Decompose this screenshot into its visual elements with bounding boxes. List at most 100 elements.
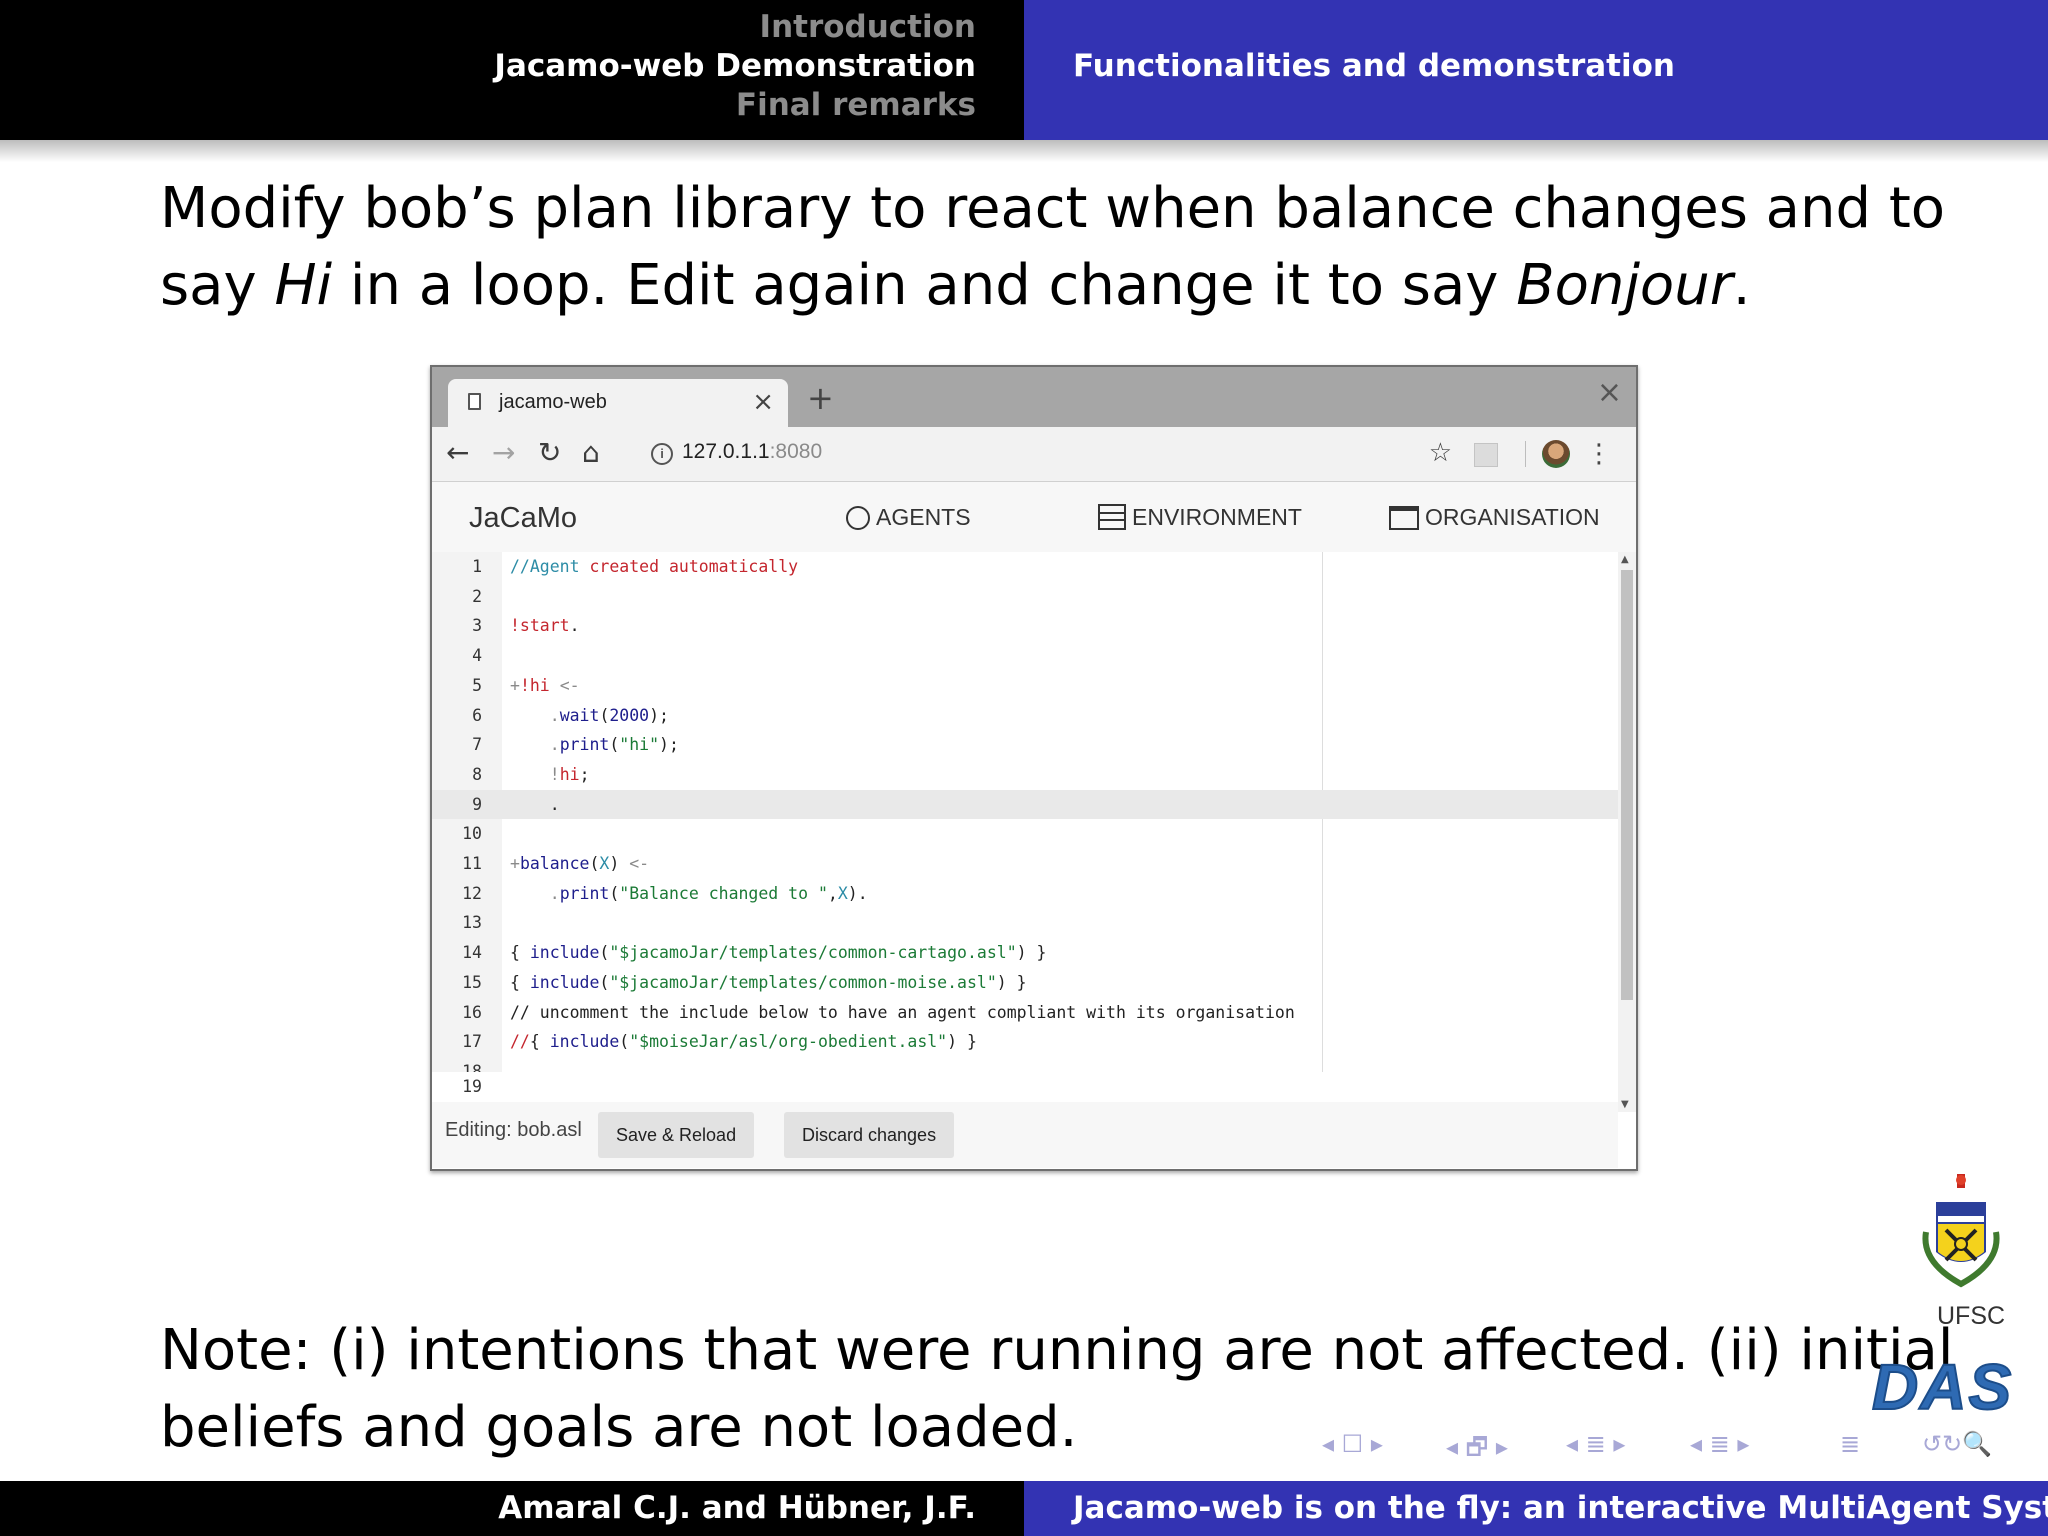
toolbar-separator	[1525, 441, 1526, 467]
line-number: 8	[472, 764, 482, 784]
line-number: 14	[462, 943, 482, 963]
header-subsection: Functionalities and demonstration	[1024, 0, 2048, 140]
code-text: .print("hi");	[549, 735, 679, 755]
slide-text-line1: Modify bob’s plan library to react when …	[160, 176, 1946, 241]
line-number: 17	[462, 1032, 482, 1052]
code-text: .print("Balance changed to ",X).	[549, 883, 868, 903]
code-line[interactable]: 2	[432, 582, 1618, 612]
nav-environment[interactable]: ENVIRONMENT	[1098, 504, 1302, 531]
save-reload-button[interactable]: Save & Reload	[598, 1112, 755, 1158]
environment-icon	[1098, 504, 1126, 530]
browser-tab[interactable]: jacamo-web ×	[448, 379, 788, 427]
code-text: { include("$jacamoJar/templates/common-c…	[510, 943, 1047, 963]
code-line[interactable]: 12 .print("Balance changed to ",X).	[432, 879, 1618, 909]
kebab-menu-icon[interactable]: ⋮	[1586, 439, 1612, 469]
line-number: 3	[472, 616, 482, 636]
code-line-active[interactable]: 9 .	[432, 789, 1618, 820]
nav-agents-label: AGENTS	[876, 504, 971, 530]
code-text: !hi;	[549, 764, 590, 784]
authors-text: Amaral C.J. and Hübner, J.F.	[498, 1490, 976, 1526]
code-line[interactable]: 7 .print("hi");	[432, 730, 1618, 760]
ufsc-logo-text: UFSC	[1937, 1302, 2006, 1330]
code-line[interactable]: 5 +!hi <-	[432, 671, 1618, 701]
subsection-title[interactable]: Functionalities and demonstration	[1073, 48, 1675, 84]
url-host: 127.0.1.1	[682, 440, 770, 463]
ufsc-logo	[1922, 1174, 2000, 1288]
code-line[interactable]: 11 +balance(X) <-	[432, 849, 1618, 879]
nav-agents[interactable]: AGENTS	[846, 504, 971, 531]
code-line[interactable]: 8 !hi;	[432, 760, 1618, 790]
line-number: 2	[472, 586, 482, 606]
code-line[interactable]: 19	[432, 1072, 502, 1102]
footline-title: Jacamo-web is on the fly: an interactive…	[1024, 1481, 2048, 1536]
app-brand[interactable]: JaCaMo	[469, 502, 577, 535]
code-line[interactable]: 16 // uncomment the include below to have…	[432, 998, 1618, 1028]
code-line[interactable]: 3 !start.	[432, 611, 1618, 641]
nav-section-icon[interactable]: ◂ ≣ ▸	[1566, 1430, 1625, 1458]
discard-changes-button[interactable]: Discard changes	[784, 1112, 955, 1158]
info-icon[interactable]: i	[651, 443, 673, 465]
home-icon[interactable]: ⌂	[582, 437, 600, 469]
scroll-up-icon[interactable]: ▲	[1621, 554, 1629, 565]
line-number: 5	[472, 675, 482, 695]
code-text: +!hi <-	[510, 675, 580, 695]
document-icon	[468, 393, 481, 410]
line-number: 1	[472, 557, 482, 576]
line-number: 7	[472, 735, 482, 755]
code-line[interactable]: 15 { include("$jacamoJar/templates/common…	[432, 968, 1618, 998]
code-line[interactable]: 17 //{ include("$moiseJar/asl/org-obedien…	[432, 1027, 1618, 1057]
line-number: 15	[462, 972, 482, 992]
browser-toolbar: ← → ↻ ⌂ i 127.0.1.1:8080 ☆ ⋮	[432, 427, 1636, 482]
window-close-icon[interactable]: ×	[1597, 375, 1622, 410]
code-line[interactable]: 14 { include("$jacamoJar/templates/common…	[432, 938, 1618, 968]
section-jacamo-web-demonstration[interactable]: Jacamo-web Demonstration	[494, 48, 976, 84]
nav-subsection-icon[interactable]: ◂ 🗗 ▸	[1446, 1430, 1508, 1471]
code-editor[interactable]: 1 //Agent created automatically 2 3 !start…	[432, 552, 1618, 1072]
line-number: 18	[462, 1061, 482, 1072]
forward-arrow-icon[interactable]: →	[492, 437, 515, 469]
star-icon[interactable]: ☆	[1429, 437, 1452, 469]
code-text: !start.	[510, 616, 580, 636]
address-bar[interactable]: 127.0.1.1:8080	[682, 440, 822, 464]
line-number: 19	[462, 1077, 482, 1096]
nav-search-icon[interactable]: ↺↻🔍	[1922, 1430, 1992, 1458]
line-number: 6	[472, 705, 482, 725]
line-number: 12	[462, 883, 482, 903]
scroll-down-icon[interactable]: ▼	[1621, 1099, 1629, 1110]
section-final-remarks[interactable]: Final remarks	[736, 87, 976, 123]
code-text: //{ include("$moiseJar/asl/org-obedient.…	[510, 1032, 977, 1052]
extension-icon[interactable]	[1474, 443, 1498, 467]
back-arrow-icon[interactable]: ←	[446, 437, 469, 469]
header-sections: Introduction Jacamo-web Demonstration Fi…	[0, 0, 1024, 140]
slide-text-line2-c: .	[1732, 253, 1751, 318]
slide-text-bonjour: Bonjour	[1516, 253, 1733, 318]
nav-menu-icon[interactable]: ≣	[1840, 1430, 1860, 1458]
nav-organisation[interactable]: ORGANISATION	[1389, 504, 1600, 531]
code-line[interactable]: 6 .wait(2000);	[432, 701, 1618, 731]
code-line[interactable]: 4	[432, 641, 1618, 671]
avatar[interactable]	[1542, 440, 1570, 468]
code-text: +balance(X) <-	[510, 854, 650, 873]
scroll-thumb[interactable]	[1621, 570, 1633, 1000]
tab-strip: jacamo-web × + ×	[432, 367, 1636, 427]
line-number: 9	[472, 794, 482, 814]
editor-scrollbar[interactable]: ▲ ▼	[1618, 552, 1636, 1112]
code-line[interactable]: 13	[432, 908, 1618, 938]
tab-close-icon[interactable]: ×	[752, 387, 774, 417]
slide-text-line2-b: in a loop. Edit again and change it to s…	[332, 253, 1517, 318]
line-number: 11	[462, 854, 482, 873]
reload-icon[interactable]: ↻	[538, 437, 561, 469]
code-line[interactable]: 1 //Agent created automatically	[432, 552, 1618, 582]
nav-frame-icon[interactable]: ◂ ☐ ▸	[1322, 1430, 1383, 1458]
editor-footer: Editing: bob.asl Save & Reload Discard c…	[432, 1102, 1618, 1168]
note-line2: beliefs and goals are not loaded.	[160, 1395, 1078, 1460]
browser-window: jacamo-web × + × ← → ↻ ⌂ i 127.0.1.1:808…	[430, 365, 1638, 1171]
new-tab-icon[interactable]: +	[807, 379, 834, 417]
section-introduction[interactable]: Introduction	[760, 9, 976, 45]
slide-text-line2-a: say	[160, 253, 275, 318]
nav-document-icon[interactable]: ◂ ≣ ▸	[1690, 1430, 1749, 1458]
code-line[interactable]: 18	[432, 1057, 1618, 1072]
code-line[interactable]: 10	[432, 819, 1618, 849]
app-bar: JaCaMo AGENTS ENVIRONMENT ORGANISATION	[432, 482, 1636, 552]
nav-organisation-label: ORGANISATION	[1425, 504, 1600, 530]
